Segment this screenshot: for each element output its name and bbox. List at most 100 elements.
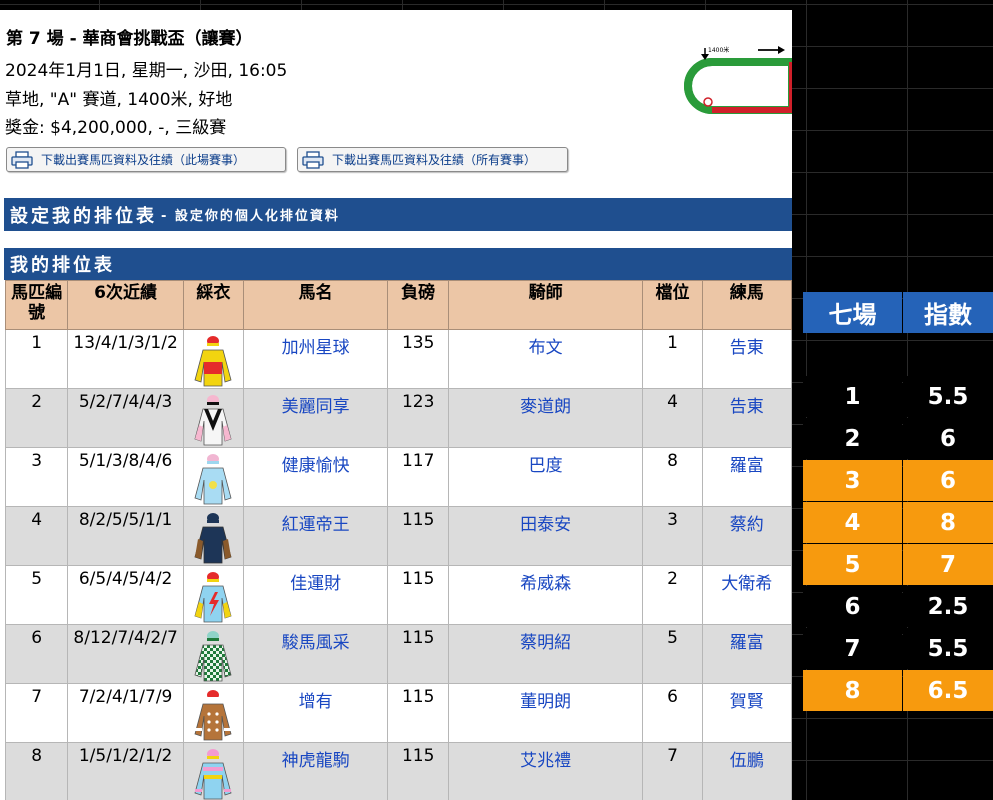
jockey-silks-icon xyxy=(194,513,232,564)
summary-index: 5.5 xyxy=(903,376,993,417)
trainer-link[interactable]: 伍鵬 xyxy=(701,742,792,800)
recent-form: 5/1/3/8/4/6 xyxy=(67,447,184,507)
download-all-races-button[interactable]: 下載出賽馬匹資料及往績（所有賽事） xyxy=(297,147,568,172)
index-summary-table: 七場 指數 1 5.5 2 6 3 6 4 8 5 7 6 2.5 7 5.5 … xyxy=(803,292,993,712)
summary-row-highlighted[interactable]: 4 8 xyxy=(803,502,993,543)
trainer-link[interactable]: 告東 xyxy=(701,388,792,448)
recent-form: 6/5/4/5/4/2 xyxy=(67,565,184,625)
summary-index: 8 xyxy=(903,502,993,543)
trainer-link[interactable]: 羅富 xyxy=(701,447,792,507)
summary-index: 6 xyxy=(903,418,993,459)
settings-bar-title: 設定我的排位表 xyxy=(10,205,157,227)
horse-name-link[interactable]: 美麗同享 xyxy=(242,388,389,448)
track-distance-label: 1400米 xyxy=(708,46,729,54)
jockey-link[interactable]: 董明朗 xyxy=(447,683,644,743)
jockey-link[interactable]: 巴度 xyxy=(447,447,644,507)
summary-row[interactable]: 6 2.5 xyxy=(803,586,993,627)
table-row: 3 5/1/3/8/4/6 健康愉快 117 巴度 8 羅富 xyxy=(4,447,792,507)
recent-form: 8/12/7/4/2/7 xyxy=(67,624,184,684)
summary-horse-no: 6 xyxy=(803,586,902,627)
horse-name-link[interactable]: 紅運帝王 xyxy=(242,506,389,566)
trainer-link[interactable]: 大衛希 xyxy=(701,565,792,625)
horse-no: 1 xyxy=(4,329,69,389)
track-map-icon: 1400米 xyxy=(684,46,792,114)
summary-horse-no: 1 xyxy=(803,376,902,417)
summary-index: 6 xyxy=(903,460,993,501)
header-weight[interactable]: 負磅 xyxy=(387,280,449,330)
horse-name-link[interactable]: 加州星球 xyxy=(242,329,389,389)
header-horse-no[interactable]: 馬匹編號 xyxy=(4,280,69,330)
horse-no: 5 xyxy=(4,565,69,625)
silks-cell xyxy=(183,388,244,448)
table-row: 4 8/2/5/5/1/1 紅運帝王 115 田泰安 3 蔡約 xyxy=(4,506,792,566)
summary-header-row: 七場 指數 xyxy=(803,292,993,333)
download-this-race-label: 下載出賽馬匹資料及往績（此場賽事） xyxy=(41,153,246,167)
horse-no: 7 xyxy=(4,683,69,743)
horse-name-link[interactable]: 健康愉快 xyxy=(242,447,389,507)
download-this-race-button[interactable]: 下載出賽馬匹資料及往績（此場賽事） xyxy=(6,147,286,172)
horse-no: 3 xyxy=(4,447,69,507)
horse-name-link[interactable]: 佳運財 xyxy=(242,565,389,625)
draw: 6 xyxy=(642,683,703,743)
weight: 115 xyxy=(387,565,449,625)
summary-row[interactable]: 1 5.5 xyxy=(803,376,993,417)
horse-no: 2 xyxy=(4,388,69,448)
my-table-bar: 我的排位表 xyxy=(4,248,792,280)
horse-no: 6 xyxy=(4,624,69,684)
trainer-link[interactable]: 賀賢 xyxy=(701,683,792,743)
jockey-link[interactable]: 田泰安 xyxy=(447,506,644,566)
summary-row[interactable]: 7 5.5 xyxy=(803,628,993,669)
racecard-panel: 第 7 場 - 華商會挑戰盃（讓賽） 2024年1月1日, 星期一, 沙田, 1… xyxy=(0,10,792,800)
summary-header-index[interactable]: 指數 xyxy=(903,292,993,333)
header-jockey[interactable]: 騎師 xyxy=(447,280,644,330)
jockey-link[interactable]: 蔡明紹 xyxy=(447,624,644,684)
summary-row[interactable]: 2 6 xyxy=(803,418,993,459)
table-row: 7 7/2/4/1/7/9 增有 115 董明朗 6 賀賢 xyxy=(4,683,792,743)
printer-icon xyxy=(11,150,33,169)
weight: 115 xyxy=(387,506,449,566)
horse-name-link[interactable]: 增有 xyxy=(242,683,389,743)
settings-bar-subtitle: - 設定你的個人化排位資料 xyxy=(161,209,340,224)
draw: 5 xyxy=(642,624,703,684)
summary-row-highlighted[interactable]: 8 6.5 xyxy=(803,670,993,711)
header-last-6-runs[interactable]: 6次近績 xyxy=(67,280,184,330)
trainer-link[interactable]: 告東 xyxy=(701,329,792,389)
jockey-silks-icon xyxy=(194,336,232,387)
header-trainer[interactable]: 練馬 xyxy=(701,280,792,330)
summary-horse-no: 7 xyxy=(803,628,902,669)
jockey-link[interactable]: 布文 xyxy=(447,329,644,389)
draw: 2 xyxy=(642,565,703,625)
summary-row-highlighted[interactable]: 5 7 xyxy=(803,544,993,585)
draw: 3 xyxy=(642,506,703,566)
header-draw[interactable]: 檔位 xyxy=(642,280,703,330)
draw: 8 xyxy=(642,447,703,507)
summary-row-highlighted[interactable]: 3 6 xyxy=(803,460,993,501)
silks-cell xyxy=(183,565,244,625)
silks-cell xyxy=(183,742,244,800)
silks-cell xyxy=(183,683,244,743)
summary-header-race[interactable]: 七場 xyxy=(803,292,902,333)
race-track-distance: 草地, "A" 賽道, 1400米, 好地 xyxy=(5,90,233,110)
summary-empty-row[interactable] xyxy=(803,334,993,375)
trainer-link[interactable]: 蔡約 xyxy=(701,506,792,566)
horse-name-link[interactable]: 神虎龍駒 xyxy=(242,742,389,800)
silks-cell xyxy=(183,329,244,389)
jockey-link[interactable]: 艾兆禮 xyxy=(447,742,644,800)
header-silks[interactable]: 綵衣 xyxy=(183,280,244,330)
header-horse-name[interactable]: 馬名 xyxy=(242,280,389,330)
settings-bar[interactable]: 設定我的排位表 - 設定你的個人化排位資料 xyxy=(4,198,792,231)
trainer-link[interactable]: 羅富 xyxy=(701,624,792,684)
jockey-silks-icon xyxy=(194,631,232,682)
jockey-silks-icon xyxy=(194,749,232,800)
horse-name-link[interactable]: 駿馬風采 xyxy=(242,624,389,684)
horse-no: 8 xyxy=(4,742,69,800)
jockey-link[interactable]: 希威森 xyxy=(447,565,644,625)
silks-cell xyxy=(183,624,244,684)
jockey-silks-icon xyxy=(194,454,232,505)
race-date-venue: 2024年1月1日, 星期一, 沙田, 16:05 xyxy=(5,61,288,81)
table-row: 5 6/5/4/5/4/2 佳運財 115 希威森 2 大衛希 xyxy=(4,565,792,625)
weight: 135 xyxy=(387,329,449,389)
table-header-row: 馬匹編號 6次近績 綵衣 馬名 負磅 騎師 檔位 練馬 xyxy=(4,280,792,330)
draw: 4 xyxy=(642,388,703,448)
jockey-link[interactable]: 麥道朗 xyxy=(447,388,644,448)
